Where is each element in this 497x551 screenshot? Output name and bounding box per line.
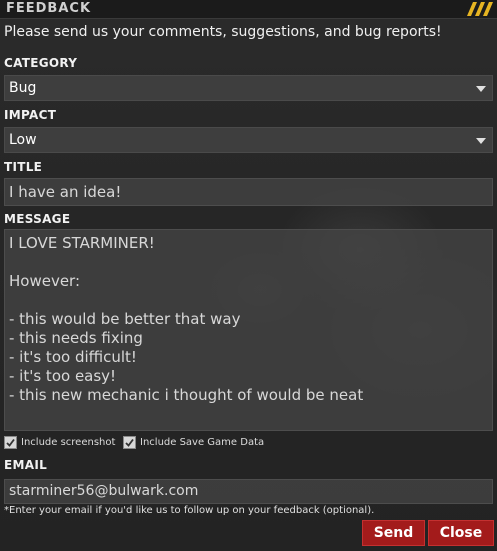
email-label: EMAIL (4, 458, 48, 472)
title-bar: FEEDBACK (0, 0, 497, 19)
message-line: - this new mechanic i thought of would b… (9, 386, 364, 404)
message-line: - this would be better that way (9, 310, 241, 328)
include-save-label: Include Save Game Data (140, 437, 265, 448)
message-line (9, 253, 363, 272)
include-screenshot-label: Include screenshot (21, 437, 116, 448)
email-input[interactable]: starminer56@bulwark.com (4, 479, 493, 504)
title-label: TITLE (4, 160, 43, 174)
title-input[interactable]: I have an idea! (4, 178, 493, 206)
send-button[interactable]: Send (362, 520, 425, 546)
chevron-down-icon (476, 138, 486, 144)
chevron-down-icon (476, 86, 486, 92)
email-note: *Enter your email if you'd like us to fo… (4, 505, 375, 516)
impact-label: IMPACT (4, 108, 57, 122)
message-line: - it's too easy! (9, 367, 117, 385)
include-save-checkbox[interactable]: Include Save Game Data (123, 436, 264, 449)
message-line: I LOVE STARMINER! (9, 234, 155, 252)
close-button[interactable]: Close (428, 520, 494, 546)
message-textarea[interactable]: I LOVE STARMINER! However: - this would … (4, 229, 493, 431)
title-value: I have an idea! (9, 183, 122, 201)
email-value: starminer56@bulwark.com (9, 483, 199, 499)
impact-value: Low (9, 132, 37, 148)
window-title: FEEDBACK (6, 1, 92, 16)
message-line: However: (9, 272, 81, 290)
intro-text: Please send us your comments, suggestion… (4, 24, 442, 40)
impact-select[interactable]: Low (4, 127, 493, 153)
category-value: Bug (9, 80, 37, 96)
include-screenshot-checkbox[interactable]: Include screenshot (4, 436, 115, 449)
category-select[interactable]: Bug (4, 75, 493, 101)
message-line: - it's too difficult! (9, 348, 137, 366)
category-label: CATEGORY (4, 56, 78, 70)
message-label: MESSAGE (4, 212, 71, 226)
checkmark-icon (123, 436, 136, 449)
hazard-stripes-icon (467, 2, 493, 16)
checkmark-icon (4, 436, 17, 449)
message-line (9, 291, 363, 310)
message-line: - this needs fixing (9, 329, 143, 347)
